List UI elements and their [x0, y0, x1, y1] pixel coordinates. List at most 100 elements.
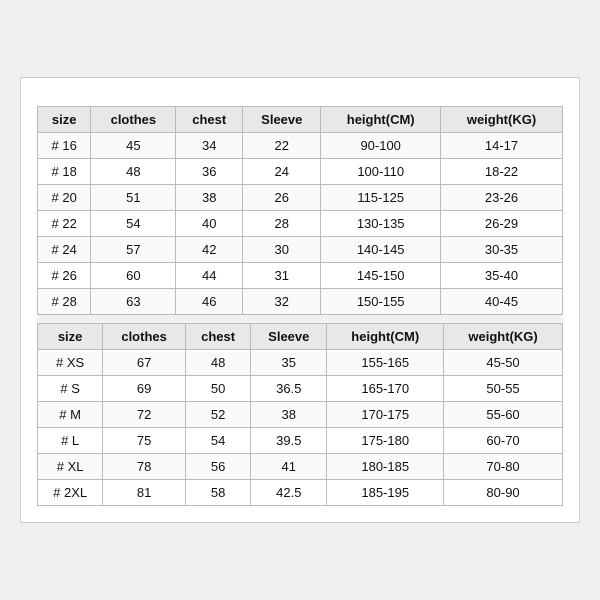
table1-cell-3-4: 130-135	[321, 211, 441, 237]
table1-cell-6-3: 32	[243, 289, 321, 315]
table2-cell-5-2: 58	[185, 480, 250, 506]
table2-cell-3-4: 175-180	[327, 428, 444, 454]
table2-header-row: sizeclotheschestSleeveheight(CM)weight(K…	[38, 324, 563, 350]
table1-cell-2-3: 26	[243, 185, 321, 211]
table1-cell-3-1: 54	[91, 211, 176, 237]
table2-cell-0-4: 155-165	[327, 350, 444, 376]
table1-header-row: sizeclotheschestSleeveheight(CM)weight(K…	[38, 107, 563, 133]
table2-cell-1-0: # S	[38, 376, 103, 402]
table2-cell-5-4: 185-195	[327, 480, 444, 506]
table1-cell-0-0: # 16	[38, 133, 91, 159]
table1-cell-4-5: 30-35	[441, 237, 563, 263]
table2-cell-3-2: 54	[185, 428, 250, 454]
table1-cell-3-0: # 22	[38, 211, 91, 237]
table1-cell-5-0: # 26	[38, 263, 91, 289]
table2-cell-0-0: # XS	[38, 350, 103, 376]
table2-cell-1-5: 50-55	[444, 376, 563, 402]
table1-cell-5-5: 35-40	[441, 263, 563, 289]
table1-cell-2-0: # 20	[38, 185, 91, 211]
table-row: # 20513826115-12523-26	[38, 185, 563, 211]
table1-cell-1-3: 24	[243, 159, 321, 185]
table1-cell-6-4: 150-155	[321, 289, 441, 315]
table2-cell-1-3: 36.5	[251, 376, 327, 402]
table1-cell-1-0: # 18	[38, 159, 91, 185]
size-table-1: sizeclotheschestSleeveheight(CM)weight(K…	[37, 106, 563, 315]
table2-cell-3-1: 75	[103, 428, 186, 454]
col-header-3-table1: Sleeve	[243, 107, 321, 133]
table2-cell-0-3: 35	[251, 350, 327, 376]
col-header-2-table2: chest	[185, 324, 250, 350]
table1-cell-2-4: 115-125	[321, 185, 441, 211]
table-row: # 18483624100-11018-22	[38, 159, 563, 185]
table2-cell-2-2: 52	[185, 402, 250, 428]
col-header-4-table1: height(CM)	[321, 107, 441, 133]
table1-cell-0-5: 14-17	[441, 133, 563, 159]
table1-cell-1-4: 100-110	[321, 159, 441, 185]
col-header-0-table2: size	[38, 324, 103, 350]
table1-cell-2-2: 38	[176, 185, 243, 211]
table2-cell-4-1: 78	[103, 454, 186, 480]
table1-cell-0-1: 45	[91, 133, 176, 159]
table1-cell-4-3: 30	[243, 237, 321, 263]
table1-cell-2-5: 23-26	[441, 185, 563, 211]
table2-cell-2-3: 38	[251, 402, 327, 428]
col-header-1-table2: clothes	[103, 324, 186, 350]
table2-cell-3-0: # L	[38, 428, 103, 454]
table-row: # 22544028130-13526-29	[38, 211, 563, 237]
table1-cell-1-1: 48	[91, 159, 176, 185]
table2-cell-2-4: 170-175	[327, 402, 444, 428]
table1-cell-4-1: 57	[91, 237, 176, 263]
size-chart-card: sizeclotheschestSleeveheight(CM)weight(K…	[20, 77, 580, 523]
table1-cell-2-1: 51	[91, 185, 176, 211]
table2-cell-1-2: 50	[185, 376, 250, 402]
table1-cell-5-2: 44	[176, 263, 243, 289]
table2-cell-0-1: 67	[103, 350, 186, 376]
table-row: # 26604431145-15035-40	[38, 263, 563, 289]
table2-cell-3-5: 60-70	[444, 428, 563, 454]
table2-cell-0-2: 48	[185, 350, 250, 376]
table2-cell-2-5: 55-60	[444, 402, 563, 428]
size-table-2: sizeclotheschestSleeveheight(CM)weight(K…	[37, 323, 563, 506]
table2-cell-5-1: 81	[103, 480, 186, 506]
table1-cell-6-1: 63	[91, 289, 176, 315]
table-row: # XS674835155-16545-50	[38, 350, 563, 376]
col-header-2-table1: chest	[176, 107, 243, 133]
table-row: # 1645342290-10014-17	[38, 133, 563, 159]
table-row: # 28634632150-15540-45	[38, 289, 563, 315]
table1-cell-5-3: 31	[243, 263, 321, 289]
table2-cell-5-0: # 2XL	[38, 480, 103, 506]
table1-cell-1-5: 18-22	[441, 159, 563, 185]
table1-cell-3-2: 40	[176, 211, 243, 237]
col-header-1-table1: clothes	[91, 107, 176, 133]
table-row: # L755439.5175-18060-70	[38, 428, 563, 454]
table-row: # M725238170-17555-60	[38, 402, 563, 428]
table2-cell-4-2: 56	[185, 454, 250, 480]
table2-cell-4-3: 41	[251, 454, 327, 480]
table-row: # 2XL815842.5185-19580-90	[38, 480, 563, 506]
col-header-5-table2: weight(KG)	[444, 324, 563, 350]
table1-cell-0-4: 90-100	[321, 133, 441, 159]
table1-cell-1-2: 36	[176, 159, 243, 185]
col-header-4-table2: height(CM)	[327, 324, 444, 350]
table2-cell-3-3: 39.5	[251, 428, 327, 454]
table2-cell-2-0: # M	[38, 402, 103, 428]
table2-cell-2-1: 72	[103, 402, 186, 428]
table2-cell-4-5: 70-80	[444, 454, 563, 480]
table2-cell-4-4: 180-185	[327, 454, 444, 480]
col-header-0-table1: size	[38, 107, 91, 133]
table1-cell-3-5: 26-29	[441, 211, 563, 237]
table2-cell-1-4: 165-170	[327, 376, 444, 402]
table-row: # 24574230140-14530-35	[38, 237, 563, 263]
table1-cell-4-2: 42	[176, 237, 243, 263]
table1-cell-3-3: 28	[243, 211, 321, 237]
table1-cell-6-2: 46	[176, 289, 243, 315]
table1-cell-4-4: 140-145	[321, 237, 441, 263]
table1-cell-0-2: 34	[176, 133, 243, 159]
col-header-3-table2: Sleeve	[251, 324, 327, 350]
table2-cell-0-5: 45-50	[444, 350, 563, 376]
table2-cell-5-5: 80-90	[444, 480, 563, 506]
table1-cell-4-0: # 24	[38, 237, 91, 263]
col-header-5-table1: weight(KG)	[441, 107, 563, 133]
table2-cell-5-3: 42.5	[251, 480, 327, 506]
table1-cell-0-3: 22	[243, 133, 321, 159]
